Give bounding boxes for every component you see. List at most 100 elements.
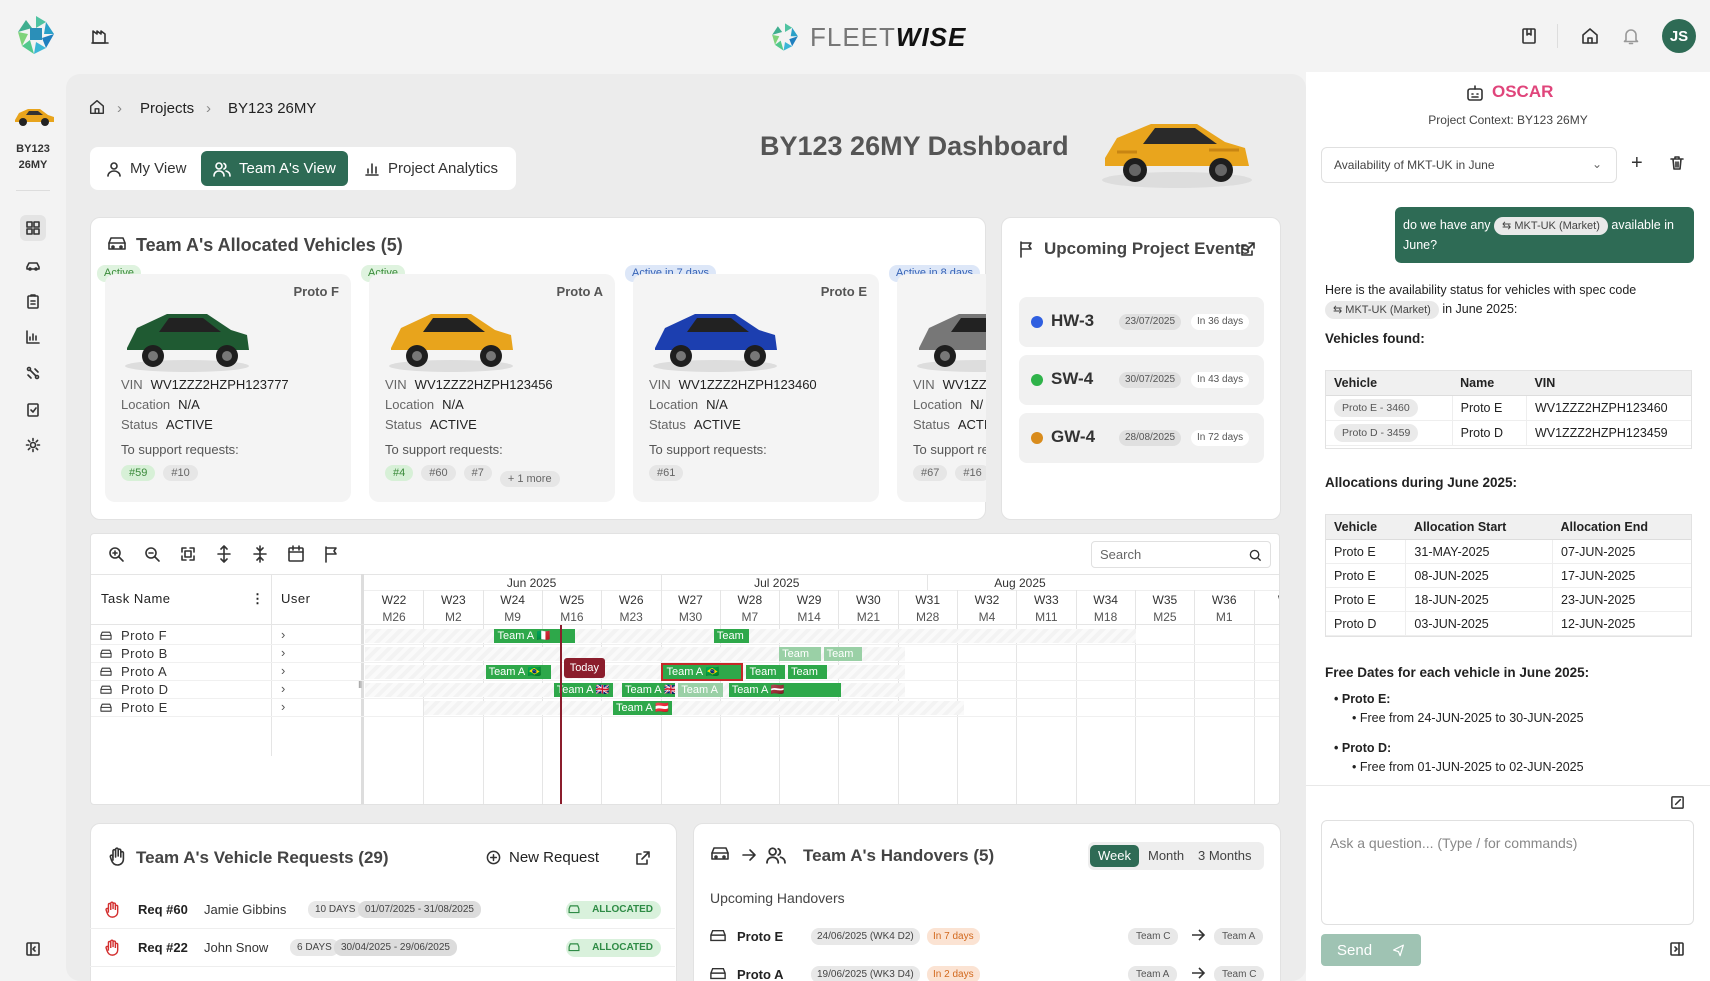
request-row[interactable]: Req #60 Jamie Gibbins 10 DAYS 01/07/2025 - … (90, 891, 675, 929)
sidebar-collapse-icon[interactable] (20, 936, 46, 962)
row-line (91, 662, 1279, 663)
allocation-bar[interactable]: Team A 🇬🇧 (553, 683, 614, 697)
handover-row[interactable]: Proto E 24/06/2025 (WK4 D2) In 7 days Team … (706, 922, 1271, 952)
allocation-bar[interactable]: Team A 🇬🇧 (621, 683, 676, 697)
user-header: User (281, 591, 311, 606)
request-tag[interactable]: #10 (163, 465, 198, 481)
external-link-icon[interactable] (635, 850, 651, 866)
event-item[interactable]: SW-4 30/07/2025 In 43 days (1019, 355, 1264, 405)
calendar-icon[interactable] (287, 545, 305, 563)
request-row[interactable]: Req #22 John Snow 6 DAYS 30/04/2025 - 29/06… (90, 929, 675, 967)
handover-from-team: Team C (1128, 928, 1179, 945)
collapse-rows-icon[interactable] (251, 545, 269, 563)
vehicle-image (909, 288, 986, 376)
allocation-bar[interactable]: Team A 🇦🇹 (613, 701, 673, 715)
allocation-bar[interactable]: Team A 🇧🇷 (661, 663, 743, 681)
table-row: Proto E 08-JUN-2025 17-JUN-2025 (1326, 563, 1691, 588)
tab-week[interactable]: Week (1090, 845, 1139, 867)
field-label: Status (385, 417, 422, 432)
allocation-bar[interactable]: Team (779, 647, 821, 661)
table-header: Allocation End (1552, 515, 1691, 540)
resize-handle-icon[interactable]: ‖ (358, 680, 362, 691)
allocation-bar[interactable]: Team A 🇱🇻 (728, 683, 842, 697)
vehicle-status: Status ACTIVE (121, 417, 221, 432)
spec-pill: ⇆ MKT-UK (Market) (1494, 216, 1608, 235)
tab-month[interactable]: Month (1140, 845, 1192, 867)
allocation-bar[interactable]: Team A 🇮🇹 (494, 629, 575, 643)
week-label: W34 (1093, 593, 1118, 607)
request-tag[interactable]: + 1 more (499, 471, 560, 487)
expand-rows-icon[interactable] (215, 545, 233, 563)
field-label: Status (913, 417, 950, 432)
column-menu-icon[interactable]: ⋮ (251, 591, 264, 607)
allocation-bar[interactable]: Team (787, 665, 827, 679)
fit-screen-icon[interactable] (179, 545, 197, 563)
new-request-button[interactable]: New Request (486, 849, 599, 866)
gantt-task-row[interactable]: Proto F (99, 628, 167, 643)
allocation-bar[interactable]: Team (823, 647, 863, 661)
milestone-flag-icon[interactable] (323, 545, 341, 563)
vehicle-link[interactable]: Proto D - 3459 (1334, 424, 1419, 442)
zoom-out-icon[interactable] (143, 545, 161, 563)
bell-icon[interactable] (1621, 26, 1641, 46)
event-item[interactable]: HW-3 23/07/2025 In 36 days (1019, 297, 1264, 347)
request-tag[interactable]: #4 (385, 465, 414, 481)
send-button[interactable]: Send (1321, 934, 1421, 966)
vehicle-card[interactable]: VIN WV1ZZZ Location N/Status ACTI To support … (897, 274, 986, 502)
vehicle-card[interactable]: Proto F VIN WV1ZZZ2HZPH123777 Location N/A St… (105, 274, 351, 502)
external-link-icon[interactable] (1240, 241, 1256, 257)
car-icon (100, 685, 112, 694)
gantt-task-row[interactable]: Proto D (99, 682, 169, 697)
home-icon[interactable] (1580, 26, 1600, 46)
expand-chevron-icon[interactable]: › (281, 645, 285, 660)
handover-date: 24/06/2025 (WK4 D2) (811, 928, 920, 945)
handover-row[interactable]: Proto A 19/06/2025 (WK3 D4) In 2 days Team … (706, 960, 1271, 981)
zoom-in-icon[interactable] (107, 545, 125, 563)
vehicle-card[interactable]: Proto E VIN WV1ZZZ2HZPH123460 Location N/A St… (633, 274, 879, 502)
add-conversation-icon[interactable]: + (1631, 153, 1643, 173)
user-avatar[interactable]: JS (1662, 19, 1696, 53)
allocation-bar[interactable]: Team (746, 665, 786, 679)
request-tag[interactable]: #61 (649, 465, 684, 481)
expand-chevron-icon[interactable]: › (281, 627, 285, 642)
allocation-bar[interactable]: Team A 🇧🇷 (485, 665, 551, 679)
request-tag[interactable]: #7 (463, 465, 492, 481)
gantt-task-row[interactable]: Proto B (99, 646, 168, 661)
panel-collapse-icon[interactable] (1669, 941, 1685, 957)
vehicle-image (381, 288, 531, 376)
expand-chevron-icon[interactable]: › (281, 681, 285, 696)
allocation-bar[interactable]: Team (713, 629, 750, 643)
field-label: VIN (121, 377, 143, 392)
event-item[interactable]: GW-4 28/08/2025 In 72 days (1019, 413, 1264, 463)
handover-range-toggle: Week Month 3 Months (1088, 842, 1264, 870)
trash-icon[interactable] (1669, 155, 1685, 171)
support-label: To support requests: (913, 442, 986, 457)
request-tag[interactable]: #60 (421, 465, 456, 481)
vehicle-card[interactable]: Proto A VIN WV1ZZZ2HZPH123456 Location N/A St… (369, 274, 615, 502)
milestone-label: M2 (444, 610, 462, 624)
request-tag[interactable]: #59 (121, 465, 156, 481)
gantt-search-input[interactable]: Search (1091, 541, 1271, 568)
bookmark-icon[interactable] (1519, 26, 1539, 46)
request-tag[interactable]: #67 (913, 465, 948, 481)
row-line (91, 698, 1279, 699)
tab-3-months[interactable]: 3 Months (1190, 845, 1259, 867)
event-name: HW-3 (1051, 311, 1095, 330)
request-tag[interactable]: #16 (955, 465, 986, 481)
task-name: Proto E (121, 700, 168, 715)
expand-chevron-icon[interactable]: › (281, 663, 285, 678)
table-cell: WV1ZZZ2HZPH123459 (1526, 420, 1691, 446)
expand-chevron-icon[interactable]: › (281, 699, 285, 714)
conversation-select[interactable]: Availability of MKT-UK in June ⌄ (1321, 147, 1617, 183)
gantt-task-row[interactable]: Proto E (99, 700, 168, 715)
vehicle-location: Location N/A (649, 397, 736, 412)
ask-input[interactable]: Ask a question... (Type / for commands) (1321, 820, 1694, 925)
edit-note-icon[interactable] (1670, 795, 1685, 810)
event-date: 30/07/2025 (1119, 372, 1182, 388)
allocation-bar[interactable]: Team A (678, 683, 723, 697)
row-line (91, 680, 1279, 681)
vehicle-link[interactable]: Proto E - 3460 (1334, 399, 1418, 417)
handover-date: 19/06/2025 (WK3 D4) (811, 966, 920, 981)
table-cell: Proto D (1452, 420, 1527, 446)
gantt-task-row[interactable]: Proto A (99, 664, 167, 679)
